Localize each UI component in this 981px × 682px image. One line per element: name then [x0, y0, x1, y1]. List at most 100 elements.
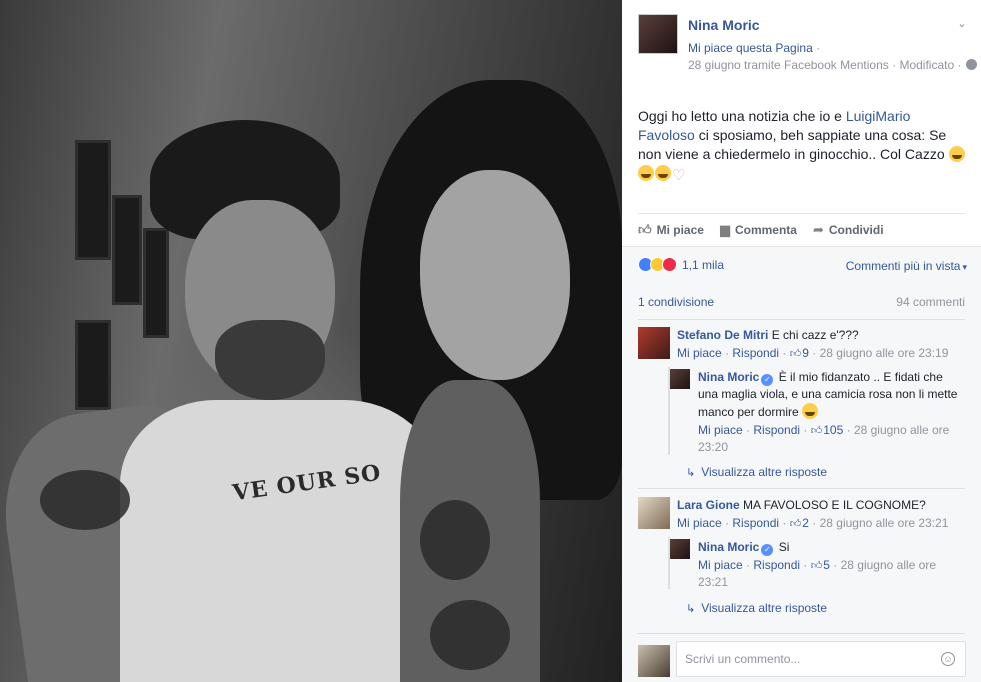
post-header: Nina Moric Mi piace questa Pagina · 28 g… — [638, 14, 977, 84]
author-avatar[interactable] — [638, 14, 678, 54]
love-reaction-icon — [662, 257, 677, 272]
reply-text: Si — [778, 540, 790, 554]
laughing-emoji-icon — [948, 146, 965, 162]
comment-like-count[interactable]: 2 — [802, 516, 809, 530]
comment-label: Commenta — [734, 223, 797, 237]
man-beard — [215, 320, 325, 400]
reply-body: Nina Moric ✓ È il mio fidanzato .. E fida… — [698, 369, 963, 455]
share-button[interactable]: ➦ Condividi — [813, 222, 884, 238]
reply-like-link[interactable]: Mi piace — [698, 423, 743, 437]
commenter-name[interactable]: Lara Gione — [677, 498, 740, 512]
reactions-count[interactable]: 1,1 mila — [682, 258, 724, 272]
comments-count[interactable]: 94 commenti — [896, 295, 965, 309]
reply-arrow-icon: ↳ — [686, 467, 696, 479]
chevron-down-icon[interactable]: ⌄ — [956, 18, 968, 30]
comment-icon: ▆ — [719, 222, 730, 237]
reply-body: Nina Moric ✓ Si Mi piace · Rispondi · 👍︎5… — [698, 539, 963, 590]
comment-reply-link[interactable]: Rispondi — [732, 516, 779, 530]
tattoo — [40, 470, 130, 530]
comment-input[interactable]: Scrivi un commento... ☺ — [676, 641, 966, 677]
globe-icon[interactable] — [965, 59, 977, 70]
reply-like-count[interactable]: 5 — [823, 558, 830, 572]
comment-body: Lara Gione MA FAVOLOSO E IL COGNOME? Mi … — [677, 497, 967, 532]
comment-time[interactable]: 28 giugno alle ore 23:19 — [820, 346, 949, 360]
reply-reply-link[interactable]: Rispondi — [753, 423, 800, 437]
wall-frame — [112, 195, 142, 305]
comment-like-link[interactable]: Mi piace — [677, 346, 722, 360]
comment-order-label: Commenti più in vista — [845, 259, 961, 273]
commenter-avatar[interactable] — [638, 497, 670, 529]
comment-text: E chi cazz e'??? — [771, 328, 859, 342]
comment-button[interactable]: ▆ Commenta — [720, 222, 797, 238]
share-icon: ➦ — [812, 222, 824, 237]
share-label: Condividi — [828, 223, 884, 237]
thumb-icon: 👍︎ — [810, 425, 823, 437]
man-shirt — [120, 400, 440, 682]
laughing-emoji-icon — [655, 165, 671, 181]
post-date[interactable]: 28 giugno tramite Facebook Mentions · Mo… — [688, 58, 961, 72]
laughing-emoji-icon — [638, 165, 654, 181]
divider — [638, 633, 965, 634]
reply-avatar[interactable] — [670, 369, 690, 389]
divider — [638, 213, 965, 214]
post-text: Oggi ho letto una notizia che io e Luigi… — [638, 107, 968, 184]
tattoo — [430, 600, 510, 670]
divider — [638, 488, 965, 489]
thumb-icon: 👍︎ — [789, 348, 802, 360]
reply-reply-link[interactable]: Rispondi — [753, 558, 800, 572]
comment-like-count[interactable]: 9 — [802, 346, 809, 360]
view-more-replies-label: Visualizza altre risposte — [701, 601, 828, 615]
comment-reply-link[interactable]: Rispondi — [732, 346, 779, 360]
shares-count[interactable]: 1 condivisione — [638, 295, 714, 309]
verified-icon: ✓ — [761, 374, 774, 386]
author-name[interactable]: Nina Moric — [688, 17, 760, 33]
comment-composer: Scrivi un commento... ☺ — [638, 641, 968, 677]
divider — [638, 319, 965, 320]
post-text-before: Oggi ho letto una notizia che io e — [638, 108, 846, 124]
reply-meta: Mi piace · Rispondi · 👍︎5 · 28 giugno al… — [698, 558, 937, 589]
reply-author-name[interactable]: Nina Moric — [698, 370, 759, 384]
comment-meta: Mi piace · Rispondi · 👍︎9 · 28 giugno al… — [677, 346, 949, 360]
separator: · — [816, 41, 821, 55]
smiley-icon[interactable]: ☺ — [941, 652, 955, 666]
like-icon: 👍︎ — [638, 222, 652, 237]
like-button[interactable]: 👍︎ Mi piace — [638, 222, 704, 238]
view-more-replies-link[interactable]: ↳ Visualizza altre risposte — [686, 465, 827, 479]
thumb-icon: 👍︎ — [810, 560, 823, 572]
reply-arrow-icon: ↳ — [686, 603, 696, 615]
comment-like-link[interactable]: Mi piace — [677, 516, 722, 530]
reply-avatar[interactable] — [670, 539, 690, 559]
like-label: Mi piace — [656, 223, 704, 237]
caret-down-icon: ▾ — [962, 262, 967, 272]
heart-emoji-icon: ♡ — [672, 167, 686, 184]
reply-author-name[interactable]: Nina Moric — [698, 540, 759, 554]
view-more-replies-label: Visualizza altre risposte — [701, 465, 828, 479]
page-like-link[interactable]: Mi piace questa Pagina — [688, 41, 813, 55]
commenter-avatar[interactable] — [638, 327, 670, 359]
feedback-section: 1,1 mila Commenti più in vista ▾ 1 condiv… — [622, 246, 981, 682]
verified-icon: ✓ — [761, 544, 774, 556]
post-photo[interactable]: VE OUR SO — [0, 0, 622, 682]
comment-text: MA FAVOLOSO E IL COGNOME? — [743, 498, 926, 512]
reply-meta: Mi piace · Rispondi · 👍︎105 · 28 giugno … — [698, 423, 950, 454]
comment-order-dropdown[interactable]: Commenti più in vista ▾ — [846, 259, 967, 273]
reply-thread: Nina Moric ✓ È il mio fidanzato .. E fida… — [668, 367, 957, 455]
reply-like-link[interactable]: Mi piace — [698, 558, 743, 572]
reactions-summary[interactable]: 1,1 mila — [638, 257, 724, 272]
comment-time[interactable]: 28 giugno alle ore 23:21 — [820, 516, 949, 530]
post-panel: Nina Moric Mi piace questa Pagina · 28 g… — [622, 0, 981, 682]
wink-emoji-icon — [802, 403, 819, 419]
comment-input-placeholder: Scrivi un commento... — [685, 652, 801, 666]
wall-frame — [143, 228, 169, 338]
viewer-avatar — [638, 645, 670, 677]
comment-body: Stefano De Mitri E chi cazz e'??? Mi pia… — [677, 327, 967, 362]
view-more-replies-link[interactable]: ↳ Visualizza altre risposte — [686, 601, 827, 615]
reply-like-count[interactable]: 105 — [823, 423, 843, 437]
commenter-name[interactable]: Stefano De Mitri — [677, 328, 768, 342]
wall-frame — [75, 140, 111, 260]
page-like-line: Mi piace questa Pagina · — [688, 41, 820, 55]
post-date-line: 28 giugno tramite Facebook Mentions · Mo… — [688, 58, 977, 72]
woman-face — [420, 170, 570, 380]
wall-frame — [75, 320, 111, 410]
comment-meta: Mi piace · Rispondi · 👍︎2 · 28 giugno al… — [677, 516, 949, 530]
